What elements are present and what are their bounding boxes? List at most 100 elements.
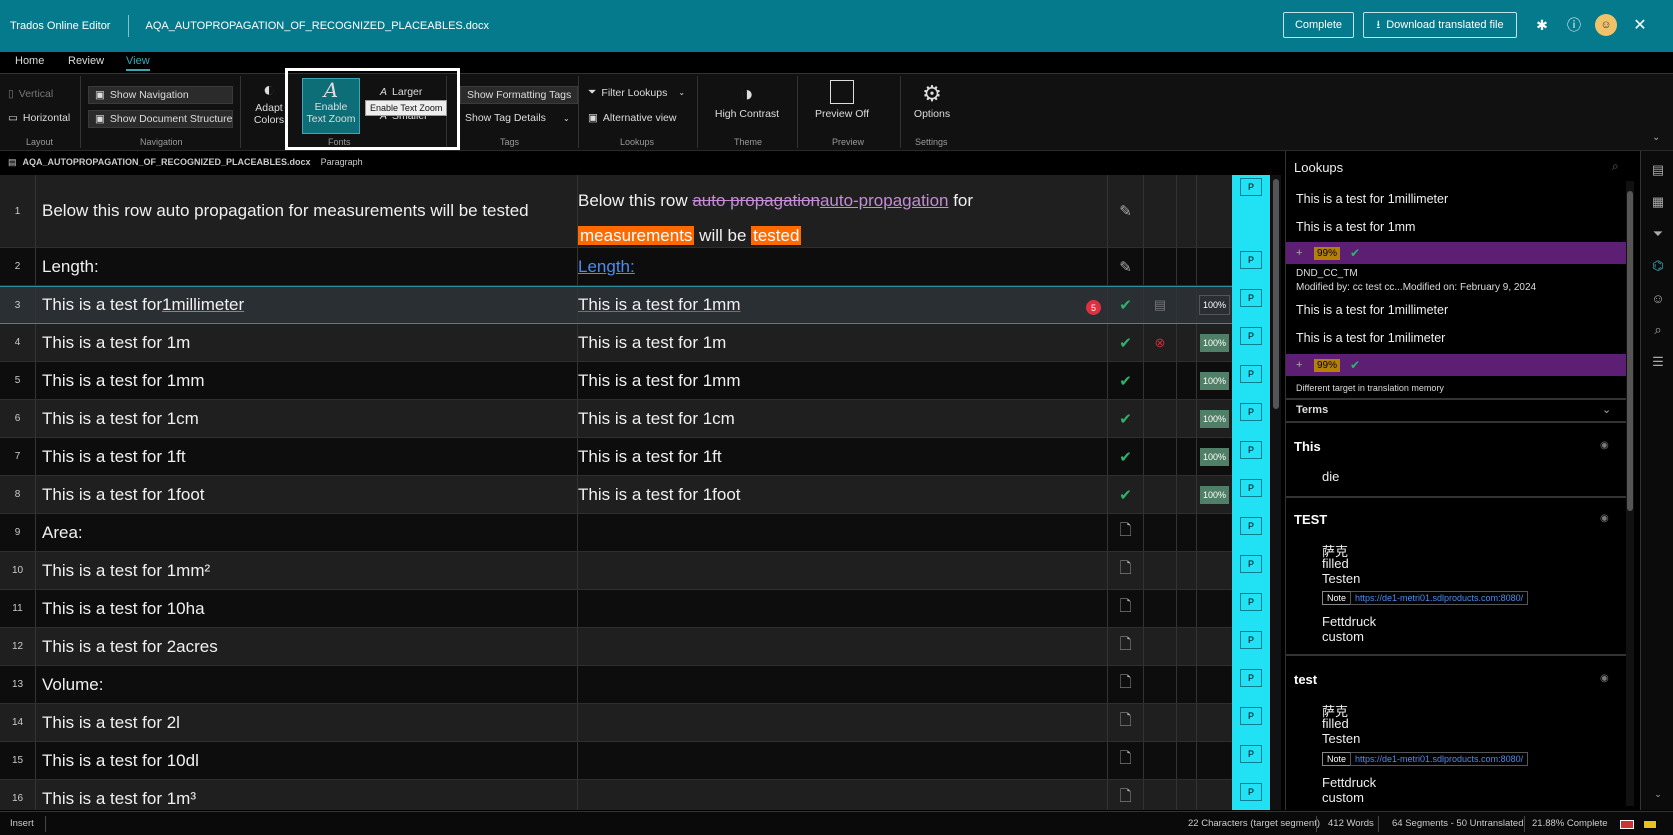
expand-icon[interactable]: ⌄ xyxy=(1649,785,1667,803)
target-cell[interactable]: This is a test for 1m xyxy=(577,324,1097,361)
note-link[interactable]: https://de1-metri01.sdlproducts.com:8080… xyxy=(1350,591,1529,605)
target-cell[interactable] xyxy=(577,514,1097,551)
target-cell[interactable]: This is a test for 1mm 5 xyxy=(577,287,1101,323)
target-cell[interactable] xyxy=(577,666,1097,703)
table-row[interactable]: 9 Area: 🗋 xyxy=(0,514,1240,552)
eye-icon[interactable]: ◉ xyxy=(1600,673,1609,684)
table-row[interactable]: 2 Length: Length: ✎ xyxy=(0,248,1240,286)
show-formatting-tags-toggle[interactable]: Show Formatting Tags xyxy=(460,86,579,104)
table-row[interactable]: 8 This is a test for 1foot This is a tes… xyxy=(0,476,1240,514)
scrollbar-thumb[interactable] xyxy=(1273,179,1279,409)
qa-badge[interactable]: 5 xyxy=(1086,300,1101,315)
not-translated-icon[interactable]: 🗋 xyxy=(1107,514,1143,551)
target-cell[interactable] xyxy=(577,742,1097,779)
show-formatting-tags-label: Show Formatting Tags xyxy=(467,89,572,101)
term-translation[interactable]: die xyxy=(1322,469,1339,484)
tab-home[interactable]: Home xyxy=(15,55,44,67)
table-row[interactable]: 4 This is a test for 1m This is a test f… xyxy=(0,324,1240,362)
confirmed-check-icon[interactable]: ✔ xyxy=(1107,476,1143,513)
terms-section-label[interactable]: Terms xyxy=(1296,404,1328,416)
chevron-down-icon[interactable]: ⌄ xyxy=(1602,403,1611,416)
filter-icon[interactable]: ⏷ xyxy=(1649,225,1667,243)
show-document-structure-toggle[interactable]: ▣ Show Document Structure xyxy=(88,110,233,128)
table-row[interactable]: 10 This is a test for 1mm² 🗋 xyxy=(0,552,1240,590)
paragraph-tag: P xyxy=(1240,327,1262,345)
complete-button[interactable]: Complete xyxy=(1283,12,1354,38)
filter-lookups-dropdown[interactable]: ⏷ Filter Lookups ⌄ xyxy=(588,86,685,99)
table-row[interactable]: 16 This is a test for 1m³ 🗋 xyxy=(0,780,1240,810)
table-row[interactable]: 15 This is a test for 10dl 🗋 xyxy=(0,742,1240,780)
info-icon[interactable]: ⓘ xyxy=(1563,14,1585,36)
target-cell[interactable]: This is a test for 1foot xyxy=(577,476,1097,513)
plus-icon[interactable]: + xyxy=(1296,247,1302,259)
close-icon[interactable]: ✕ xyxy=(1629,14,1651,36)
target-cell[interactable] xyxy=(577,590,1097,627)
high-contrast-dropdown[interactable]: ◑ High Contrast xyxy=(706,80,788,120)
search-icon[interactable]: ⌕ xyxy=(1649,321,1667,339)
confirmed-check-icon[interactable]: ✔ xyxy=(1107,438,1143,475)
target-cell[interactable]: This is a test for 1mm xyxy=(577,362,1097,399)
scrollbar-thumb[interactable] xyxy=(1627,191,1633,511)
not-translated-icon[interactable]: 🗋 xyxy=(1107,628,1143,665)
plus-icon[interactable]: + xyxy=(1296,359,1302,371)
search-icon[interactable]: ⌕ xyxy=(1612,159,1619,174)
not-translated-icon[interactable]: 🗋 xyxy=(1107,666,1143,703)
eye-icon[interactable]: ◉ xyxy=(1600,513,1609,524)
target-cell[interactable] xyxy=(577,552,1097,589)
table-row[interactable]: 3 This is a test for 1millimeter This is… xyxy=(0,286,1240,324)
eye-icon[interactable]: ◉ xyxy=(1600,440,1609,451)
lookups-icon[interactable]: ⌬ xyxy=(1649,257,1667,275)
match-target-text[interactable]: This is a test for 1mm xyxy=(1296,220,1415,234)
structure-icon[interactable]: ☰ xyxy=(1649,353,1667,371)
table-row[interactable]: 14 This is a test for 2l 🗋 xyxy=(0,704,1240,742)
note-link[interactable]: https://de1-metri01.sdlproducts.com:8080… xyxy=(1350,752,1529,766)
grid-scrollbar[interactable] xyxy=(1271,175,1281,810)
not-translated-icon[interactable]: 🗋 xyxy=(1107,742,1143,779)
table-row[interactable]: 1 Below this row auto propagation for me… xyxy=(0,175,1240,248)
target-cell[interactable] xyxy=(577,780,1097,810)
preview-dropdown[interactable]: Preview Off xyxy=(806,80,878,120)
confirmed-check-icon[interactable]: ✔ xyxy=(1107,324,1143,361)
show-navigation-toggle[interactable]: ▣ Show Navigation xyxy=(88,86,233,104)
alternative-view-toggle[interactable]: ▣ Alternative view xyxy=(588,112,676,124)
show-tag-details-dropdown[interactable]: Show Tag Details ⌄ xyxy=(465,112,570,124)
adapt-colors-label-1: Adapt xyxy=(255,102,283,114)
confirmed-check-icon[interactable]: ✔ xyxy=(1107,287,1143,323)
table-row[interactable]: 5 This is a test for 1mm This is a test … xyxy=(0,362,1240,400)
target-cell[interactable]: Below this row auto propagationauto-prop… xyxy=(577,175,1097,247)
file-list-icon[interactable]: ▦ xyxy=(1649,193,1667,211)
target-cell[interactable]: Length: xyxy=(577,248,1097,285)
table-row[interactable]: 6 This is a test for 1cm This is a test … xyxy=(0,400,1240,438)
pencil-icon[interactable]: ✎ xyxy=(1107,248,1143,285)
table-row[interactable]: 13 Volume: 🗋 xyxy=(0,666,1240,704)
tab-review[interactable]: Review xyxy=(68,55,104,67)
not-translated-icon[interactable]: 🗋 xyxy=(1107,704,1143,741)
download-translated-button[interactable]: ⭳ Download translated file xyxy=(1363,12,1517,38)
avatar[interactable]: ☺ xyxy=(1595,14,1617,36)
options-button[interactable]: ⚙ Options xyxy=(908,80,956,120)
not-translated-icon[interactable]: 🗋 xyxy=(1107,590,1143,627)
match-target-text[interactable]: This is a test for 1milimeter xyxy=(1296,331,1445,345)
users-icon[interactable]: ☺ xyxy=(1649,289,1667,307)
target-cell[interactable] xyxy=(577,704,1097,741)
target-cell[interactable]: This is a test for 1ft xyxy=(577,438,1097,475)
layout-vertical-button[interactable]: ▯ Vertical xyxy=(8,88,53,100)
collapse-ribbon-icon[interactable]: ⌄ xyxy=(1652,132,1660,143)
not-translated-icon[interactable]: 🗋 xyxy=(1107,552,1143,589)
tab-view[interactable]: View xyxy=(126,55,150,71)
lookups-scrollbar[interactable] xyxy=(1626,181,1634,806)
table-row[interactable]: 12 This is a test for 2acres 🗋 xyxy=(0,628,1240,666)
ribbon-divider xyxy=(697,76,698,148)
pencil-icon[interactable]: ✎ xyxy=(1107,175,1143,247)
confirmed-check-icon[interactable]: ✔ xyxy=(1107,400,1143,437)
target-cell[interactable]: This is a test for 1cm xyxy=(577,400,1097,437)
table-row[interactable]: 11 This is a test for 10ha 🗋 xyxy=(0,590,1240,628)
not-translated-icon[interactable]: 🗋 xyxy=(1107,780,1143,810)
extensions-icon[interactable]: ✱ xyxy=(1531,14,1553,36)
table-row[interactable]: 7 This is a test for 1ft This is a test … xyxy=(0,438,1240,476)
target-cell[interactable] xyxy=(577,628,1097,665)
layout-horizontal-button[interactable]: ▭ Horizontal xyxy=(8,112,70,124)
adapt-colors-button[interactable]: ◐ Adapt Colors xyxy=(250,78,288,126)
document-icon[interactable]: ▤ xyxy=(1649,161,1667,179)
confirmed-check-icon[interactable]: ✔ xyxy=(1107,362,1143,399)
